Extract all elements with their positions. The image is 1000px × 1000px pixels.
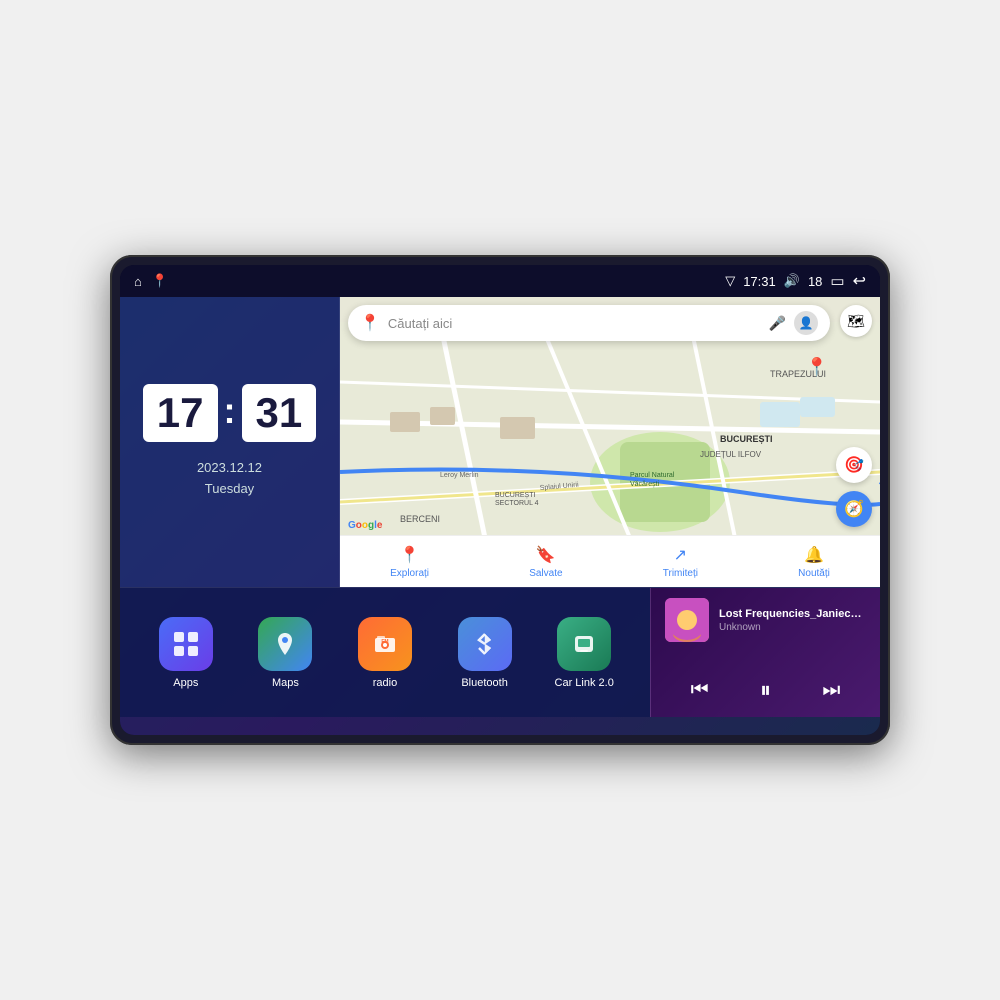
next-button[interactable]: ⏭ [814, 675, 848, 706]
svg-text:Leroy Merlin: Leroy Merlin [440, 472, 479, 479]
clock-date: 2023.12.12 Tuesday [197, 458, 262, 500]
svg-text:BUCUREȘTI: BUCUREȘTI [720, 434, 773, 444]
music-artist: Unknown [719, 622, 866, 633]
map-search-bar[interactable]: 📍 Căutați aici 🎤 👤 [348, 305, 830, 341]
clock-panel: 17 : 31 2023.12.12 Tuesday [120, 297, 340, 587]
carlink-app-icon [557, 617, 611, 671]
map-layers-icon[interactable]: 🗺 [840, 305, 872, 337]
apps-label: Apps [173, 677, 198, 689]
map-nav-send[interactable]: ↗ Trimiteți [663, 545, 698, 579]
explore-label: Explorați [390, 568, 429, 579]
music-meta: Lost Frequencies_Janieck Devy-... Unknow… [719, 608, 866, 633]
location-btn[interactable]: 🎯 [836, 447, 872, 483]
carlink-label: Car Link 2.0 [555, 677, 614, 689]
map-right-controls: 🎯 🧭 [836, 447, 872, 527]
status-time: 17:31 [743, 274, 776, 289]
mic-icon[interactable]: 🎤 [769, 315, 786, 332]
user-avatar[interactable]: 👤 [794, 311, 818, 335]
main-content: 17 : 31 2023.12.12 Tuesday [120, 297, 880, 735]
map-red-pin: 📍 [806, 357, 828, 378]
battery-icon: ▭ [830, 272, 844, 290]
bottom-section: Apps Maps [120, 587, 880, 717]
send-label: Trimiteți [663, 568, 698, 579]
volume-icon: 🔊 [784, 273, 800, 289]
saved-icon: 🔖 [536, 545, 556, 565]
explore-icon: 📍 [400, 545, 420, 565]
music-panel: Lost Frequencies_Janieck Devy-... Unknow… [650, 588, 880, 717]
status-bar: ⌂ 📍 ▽ 17:31 🔊 18 ▭ ↩ [120, 265, 880, 297]
map-nav-news[interactable]: 🔔 Noutăți [798, 545, 830, 579]
google-logo: Google [348, 520, 382, 531]
maps-pin-icon: 📍 [360, 313, 380, 333]
svg-text:FM: FM [381, 639, 388, 645]
navigate-btn[interactable]: 🧭 [836, 491, 872, 527]
clock-day: Tuesday [197, 479, 262, 500]
bluetooth-app-icon [458, 617, 512, 671]
clock-hours: 17 [143, 384, 218, 442]
app-carlink[interactable]: Car Link 2.0 [554, 617, 614, 689]
svg-text:Văcărești: Văcărești [630, 481, 660, 488]
device: ⌂ 📍 ▽ 17:31 🔊 18 ▭ ↩ 17 : [110, 255, 890, 745]
svg-text:BERCENI: BERCENI [400, 514, 440, 524]
map-panel[interactable]: TRAPEZULUI BUCUREȘTI JUDEȚUL ILFOV BERCE… [340, 297, 880, 587]
clock-colon: : [224, 390, 236, 432]
maps-label: Maps [272, 677, 299, 689]
home-icon[interactable]: ⌂ [134, 274, 142, 289]
clock-date-value: 2023.12.12 [197, 458, 262, 479]
clock-minutes: 31 [242, 384, 317, 442]
saved-label: Salvate [529, 568, 562, 579]
back-icon[interactable]: ↩ [853, 271, 866, 291]
app-bluetooth[interactable]: Bluetooth [455, 617, 515, 689]
app-radio[interactable]: FM radio [355, 617, 415, 689]
status-left-icons: ⌂ 📍 [134, 273, 168, 289]
app-maps[interactable]: Maps [255, 617, 315, 689]
status-right-icons: ▽ 17:31 🔊 18 ▭ ↩ [725, 271, 866, 291]
svg-text:Parcul Natural: Parcul Natural [630, 472, 675, 479]
svg-text:SECTORUL 4: SECTORUL 4 [495, 500, 539, 507]
apps-area: Apps Maps [120, 588, 650, 717]
location-icon[interactable]: 📍 [152, 273, 168, 289]
svg-text:BUCUREȘTI: BUCUREȘTI [495, 492, 536, 499]
svg-text:JUDEȚUL ILFOV: JUDEȚUL ILFOV [700, 450, 762, 459]
news-label: Noutăți [798, 568, 830, 579]
clock-display: 17 : 31 [143, 384, 316, 442]
music-controls: ⏮ ⏸ ⏭ [665, 673, 866, 707]
top-section: 17 : 31 2023.12.12 Tuesday [120, 297, 880, 587]
radio-label: radio [373, 677, 397, 689]
map-nav-explore[interactable]: 📍 Explorați [390, 545, 429, 579]
news-icon: 🔔 [804, 545, 824, 565]
app-apps[interactable]: Apps [156, 617, 216, 689]
music-thumbnail [665, 598, 709, 642]
music-info: Lost Frequencies_Janieck Devy-... Unknow… [665, 598, 866, 642]
maps-app-icon [258, 617, 312, 671]
signal-icon: ▽ [725, 273, 735, 289]
map-bottom-bar: 📍 Explorați 🔖 Salvate ↗ Trimiteți 🔔 [340, 535, 880, 587]
map-nav-saved[interactable]: 🔖 Salvate [529, 545, 562, 579]
prev-button[interactable]: ⏮ [683, 675, 717, 706]
bluetooth-label: Bluetooth [461, 677, 507, 689]
battery-level: 18 [808, 274, 822, 289]
map-search-text[interactable]: Căutați aici [388, 316, 761, 331]
screen: ⌂ 📍 ▽ 17:31 🔊 18 ▭ ↩ 17 : [120, 265, 880, 735]
music-title: Lost Frequencies_Janieck Devy-... [719, 608, 866, 620]
radio-app-icon: FM [358, 617, 412, 671]
send-icon: ↗ [674, 545, 687, 565]
map-top-icons: 🗺 [840, 305, 872, 337]
apps-icon [159, 617, 213, 671]
play-pause-button[interactable]: ⏸ [752, 673, 779, 707]
